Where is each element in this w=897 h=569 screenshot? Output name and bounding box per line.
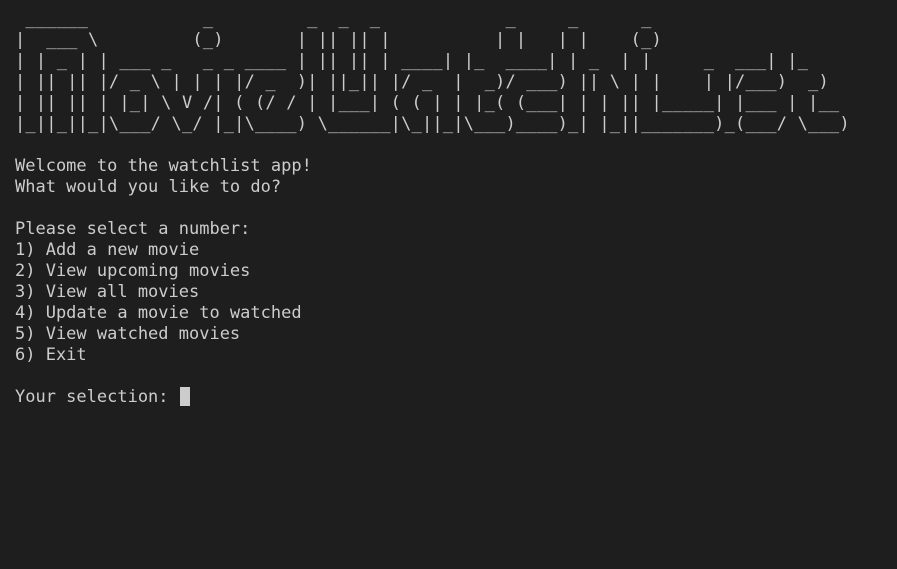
banner-line: ______ _ _ _ _ _ _ _ [15,9,652,29]
banner-line: | | _ | | ___ _ _ _ ____ | || || | ____|… [15,51,809,71]
cursor-block [179,387,190,406]
welcome-text: Welcome to the watchlist app! [15,156,312,176]
menu-option-update-watched: 4) Update a movie to watched [15,303,302,323]
menu-option-add-movie: 1) Add a new movie [15,240,200,260]
menu-option-view-upcoming: 2) View upcoming movies [15,261,251,281]
menu-option-exit: 6) Exit [15,345,87,365]
banner-line: |_||_||_|\___/ \_/ |_|\____) \______|\_|… [15,114,850,134]
menu-option-view-all: 3) View all movies [15,282,200,302]
selection-input-line[interactable]: Your selection: [15,387,882,408]
banner-line: | || || | |_| \ V /| ( (/ / | |___| ( ( … [15,93,840,113]
selection-label: Your selection: [15,387,179,407]
ascii-banner: ______ _ _ _ _ _ _ _ | ___ \ (_) | || ||… [15,9,882,135]
question-text: What would you like to do? [15,177,282,197]
banner-line: | || || |/ _ \ | | | |/ _ )| ||_|| |/ _ … [15,72,829,92]
banner-line: | ___ \ (_) | || || | | | | | (_) [15,30,662,50]
terminal-window: ______ _ _ _ _ _ _ _ | ___ \ (_) | || ||… [0,0,897,569]
menu-option-view-watched: 5) View watched movies [15,324,241,344]
menu-prompt: Please select a number: [15,219,251,239]
